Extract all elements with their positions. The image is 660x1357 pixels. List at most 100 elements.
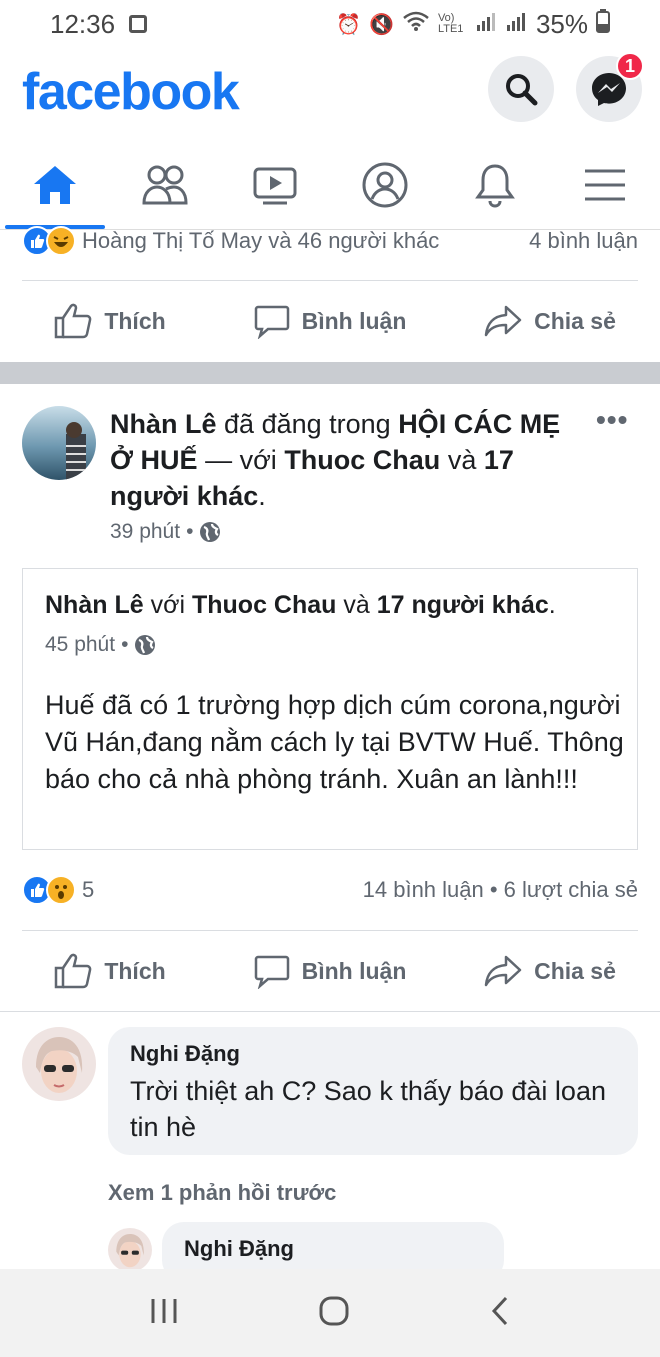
mute-icon: 🔇 [369, 13, 394, 36]
shared-post-body: Huế đã có 1 trường hợp dịch cúm corona,n… [45, 690, 624, 794]
share-button[interactable]: Chia sẻ [440, 954, 660, 988]
post-separator [0, 362, 660, 384]
post-actions: Thích Bình luận Chia sẻ [0, 931, 660, 1011]
shared-period: . [548, 591, 556, 619]
shared-meta-dot: • [121, 633, 129, 656]
period: . [258, 481, 266, 511]
globe-icon [200, 522, 221, 542]
shared-and-text: và [343, 591, 370, 619]
video-icon [253, 167, 297, 204]
comments-shares-count[interactable]: 14 bình luận • 6 lượt chia sẻ [363, 877, 638, 903]
profile-icon [362, 162, 408, 207]
friends-icon [142, 165, 188, 204]
back-icon [491, 1296, 507, 1325]
haha-reaction-icon [46, 226, 76, 256]
comment-icon [254, 305, 289, 339]
recent-apps-button[interactable] [149, 1297, 179, 1330]
screenshot-icon [129, 15, 148, 33]
shared-meta: 45 phút • [45, 633, 156, 657]
status-bar: 12:36 ⏰ 🔇 Vo) LTE1 35% [0, 0, 660, 48]
commenter-name[interactable]: Nghi Đặng [130, 1041, 616, 1067]
post-options-button[interactable]: ••• [596, 404, 628, 436]
comment-button[interactable]: Bình luận [220, 953, 440, 989]
prev-post-reactions[interactable]: Hoàng Thị Tố May và 46 người khác 4 bình… [22, 226, 638, 256]
tab-notifications[interactable] [440, 140, 550, 229]
share-button[interactable]: Chia sẻ [440, 304, 660, 338]
meta-dot: • [186, 520, 194, 543]
reaction-count: 5 [82, 877, 95, 902]
search-button[interactable] [488, 56, 554, 122]
like-button[interactable]: Thích [0, 303, 220, 339]
back-button[interactable] [489, 1295, 511, 1332]
comment-icon [254, 955, 289, 989]
tab-friends[interactable] [110, 140, 220, 229]
thumbs-up-icon [55, 303, 92, 339]
wow-reaction-icon [46, 875, 76, 905]
system-nav-bar [0, 1269, 660, 1357]
recent-apps-icon [151, 1298, 177, 1323]
bell-icon [475, 163, 515, 208]
comment-text: Trời thiệt ah C? Sao k thấy báo đài loan… [130, 1076, 606, 1142]
lte-label: Vo) LTE1 [437, 12, 464, 35]
prev-post-actions: Thích Bình luận Chia sẻ [0, 281, 660, 361]
facebook-logo[interactable]: facebook [22, 62, 240, 122]
like-button[interactable]: Thích [0, 953, 220, 989]
reaction-icons [22, 226, 76, 256]
shared-author[interactable]: Nhàn Lê [45, 591, 144, 619]
home-icon [34, 165, 76, 204]
comments-count[interactable]: 4 bình luận [529, 228, 638, 254]
signal-icon-2 [506, 9, 528, 40]
commenter-avatar[interactable] [22, 1027, 96, 1101]
reactions-text: Hoàng Thị Tố May và 46 người khác [82, 228, 440, 253]
comment-button[interactable]: Bình luận [220, 303, 440, 339]
share-label: Chia sẻ [534, 957, 616, 984]
post-title: Nhàn Lê đã đăng trong HỘI CÁC MẸ Ở HUẾ —… [110, 406, 580, 514]
shared-time[interactable]: 45 phút [45, 633, 115, 657]
posted-in-text: đã đăng trong [224, 409, 391, 439]
app-header: facebook 1 [0, 52, 660, 132]
home-button[interactable] [318, 1295, 350, 1332]
alarm-icon: ⏰ [336, 13, 362, 36]
reply-name[interactable]: Nghi Đặng [184, 1236, 482, 1262]
shared-tagged[interactable]: Thuoc Chau [192, 591, 336, 619]
shared-others[interactable]: 17 người khác [377, 591, 549, 619]
view-previous-replies[interactable]: Xem 1 phản hồi trước [108, 1180, 336, 1206]
divider [0, 1011, 660, 1012]
wifi-icon [402, 10, 430, 38]
post-time[interactable]: 39 phút [110, 520, 180, 544]
signal-icon [476, 9, 498, 40]
clock: 12:36 [50, 8, 116, 39]
comment-bubble[interactable]: Nghi Đặng Trời thiệt ah C? Sao k thấy bá… [108, 1027, 638, 1155]
share-label: Chia sẻ [534, 307, 616, 334]
like-label: Thích [104, 957, 166, 984]
home-circle-icon [319, 1296, 349, 1325]
comment-label: Bình luận [301, 957, 407, 984]
tab-profile[interactable] [330, 140, 440, 229]
comment-label: Bình luận [301, 307, 407, 334]
post-author-avatar[interactable] [22, 406, 96, 480]
with-text: với [239, 445, 277, 475]
post-meta: 39 phút • [110, 520, 221, 544]
reaction-icons [22, 875, 76, 905]
reply-avatar[interactable] [108, 1228, 152, 1272]
tagged-person[interactable]: Thuoc Chau [284, 445, 440, 475]
dash: — [205, 445, 233, 475]
globe-icon [135, 635, 156, 655]
share-icon [484, 955, 522, 987]
thumbs-up-icon [55, 953, 92, 989]
messenger-badge: 1 [616, 52, 644, 80]
like-label: Thích [104, 307, 166, 334]
messenger-button[interactable]: 1 [576, 52, 644, 122]
shared-post[interactable]: Nhàn Lê với Thuoc Chau và 17 người khác.… [22, 568, 638, 850]
tab-home[interactable] [0, 140, 110, 229]
tab-menu[interactable] [550, 140, 660, 229]
tab-watch[interactable] [220, 140, 330, 229]
search-icon [506, 74, 538, 106]
shared-with-text: với [150, 591, 186, 619]
share-icon [484, 305, 522, 337]
post-reactions[interactable]: 5 14 bình luận • 6 lượt chia sẻ [22, 874, 638, 906]
battery-percent: 35% [535, 8, 588, 39]
main-nav-tabs [0, 140, 660, 230]
battery-icon [596, 8, 610, 40]
post-author[interactable]: Nhàn Lê [110, 409, 217, 439]
